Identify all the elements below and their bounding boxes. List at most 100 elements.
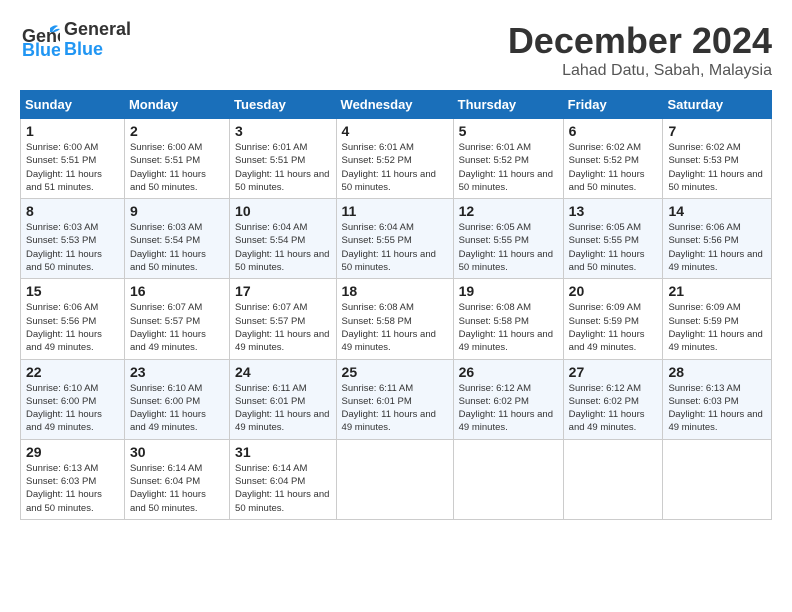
logo-general-text: General (64, 20, 131, 40)
day-info: Sunrise: 6:14 AM Sunset: 6:04 PM Dayligh… (235, 462, 330, 515)
calendar-cell: 2 Sunrise: 6:00 AM Sunset: 5:51 PM Dayli… (124, 119, 229, 199)
day-info: Sunrise: 6:00 AM Sunset: 5:51 PM Dayligh… (26, 141, 119, 194)
calendar-cell: 13 Sunrise: 6:05 AM Sunset: 5:55 PM Dayl… (563, 199, 663, 279)
day-number: 17 (235, 283, 330, 299)
day-number: 4 (342, 123, 448, 139)
calendar-cell: 24 Sunrise: 6:11 AM Sunset: 6:01 PM Dayl… (230, 359, 336, 439)
calendar-cell (453, 439, 563, 519)
day-number: 19 (459, 283, 558, 299)
day-number: 27 (569, 364, 658, 380)
calendar-cell: 18 Sunrise: 6:08 AM Sunset: 5:58 PM Dayl… (336, 279, 453, 359)
header-day-monday: Monday (124, 91, 229, 119)
header-day-wednesday: Wednesday (336, 91, 453, 119)
day-number: 12 (459, 203, 558, 219)
day-info: Sunrise: 6:07 AM Sunset: 5:57 PM Dayligh… (235, 301, 330, 354)
calendar-cell: 27 Sunrise: 6:12 AM Sunset: 6:02 PM Dayl… (563, 359, 663, 439)
calendar-cell: 11 Sunrise: 6:04 AM Sunset: 5:55 PM Dayl… (336, 199, 453, 279)
calendar-cell: 25 Sunrise: 6:11 AM Sunset: 6:01 PM Dayl… (336, 359, 453, 439)
day-number: 28 (668, 364, 766, 380)
day-number: 8 (26, 203, 119, 219)
day-info: Sunrise: 6:03 AM Sunset: 5:53 PM Dayligh… (26, 221, 119, 274)
day-number: 1 (26, 123, 119, 139)
calendar-cell: 29 Sunrise: 6:13 AM Sunset: 6:03 PM Dayl… (21, 439, 125, 519)
day-number: 9 (130, 203, 224, 219)
calendar-header-row: SundayMondayTuesdayWednesdayThursdayFrid… (21, 91, 772, 119)
day-info: Sunrise: 6:02 AM Sunset: 5:53 PM Dayligh… (668, 141, 766, 194)
day-number: 31 (235, 444, 330, 460)
day-number: 11 (342, 203, 448, 219)
calendar-cell: 10 Sunrise: 6:04 AM Sunset: 5:54 PM Dayl… (230, 199, 336, 279)
day-info: Sunrise: 6:01 AM Sunset: 5:51 PM Dayligh… (235, 141, 330, 194)
calendar-week-row: 15 Sunrise: 6:06 AM Sunset: 5:56 PM Dayl… (21, 279, 772, 359)
header-day-sunday: Sunday (21, 91, 125, 119)
day-info: Sunrise: 6:09 AM Sunset: 5:59 PM Dayligh… (569, 301, 658, 354)
day-number: 25 (342, 364, 448, 380)
day-info: Sunrise: 6:14 AM Sunset: 6:04 PM Dayligh… (130, 462, 224, 515)
calendar-cell: 31 Sunrise: 6:14 AM Sunset: 6:04 PM Dayl… (230, 439, 336, 519)
day-number: 26 (459, 364, 558, 380)
calendar-cell (563, 439, 663, 519)
day-info: Sunrise: 6:13 AM Sunset: 6:03 PM Dayligh… (668, 382, 766, 435)
day-info: Sunrise: 6:12 AM Sunset: 6:02 PM Dayligh… (569, 382, 658, 435)
location-title: Lahad Datu, Sabah, Malaysia (508, 62, 772, 80)
calendar-cell: 19 Sunrise: 6:08 AM Sunset: 5:58 PM Dayl… (453, 279, 563, 359)
logo-icon: General Blue (20, 20, 60, 60)
day-info: Sunrise: 6:11 AM Sunset: 6:01 PM Dayligh… (235, 382, 330, 435)
day-info: Sunrise: 6:01 AM Sunset: 5:52 PM Dayligh… (342, 141, 448, 194)
logo: General Blue General Blue (20, 20, 131, 60)
day-info: Sunrise: 6:08 AM Sunset: 5:58 PM Dayligh… (342, 301, 448, 354)
logo-blue-text: Blue (64, 40, 131, 60)
day-number: 21 (668, 283, 766, 299)
header-day-thursday: Thursday (453, 91, 563, 119)
day-number: 23 (130, 364, 224, 380)
calendar-cell: 3 Sunrise: 6:01 AM Sunset: 5:51 PM Dayli… (230, 119, 336, 199)
calendar-cell: 23 Sunrise: 6:10 AM Sunset: 6:00 PM Dayl… (124, 359, 229, 439)
day-info: Sunrise: 6:04 AM Sunset: 5:54 PM Dayligh… (235, 221, 330, 274)
day-info: Sunrise: 6:12 AM Sunset: 6:02 PM Dayligh… (459, 382, 558, 435)
svg-text:Blue: Blue (22, 40, 60, 60)
day-number: 18 (342, 283, 448, 299)
day-info: Sunrise: 6:04 AM Sunset: 5:55 PM Dayligh… (342, 221, 448, 274)
calendar-cell: 20 Sunrise: 6:09 AM Sunset: 5:59 PM Dayl… (563, 279, 663, 359)
calendar-cell: 6 Sunrise: 6:02 AM Sunset: 5:52 PM Dayli… (563, 119, 663, 199)
calendar-cell: 26 Sunrise: 6:12 AM Sunset: 6:02 PM Dayl… (453, 359, 563, 439)
day-info: Sunrise: 6:09 AM Sunset: 5:59 PM Dayligh… (668, 301, 766, 354)
calendar-week-row: 8 Sunrise: 6:03 AM Sunset: 5:53 PM Dayli… (21, 199, 772, 279)
day-info: Sunrise: 6:03 AM Sunset: 5:54 PM Dayligh… (130, 221, 224, 274)
day-number: 16 (130, 283, 224, 299)
day-number: 10 (235, 203, 330, 219)
header: General Blue General Blue December 2024 … (20, 20, 772, 80)
calendar-cell: 28 Sunrise: 6:13 AM Sunset: 6:03 PM Dayl… (663, 359, 772, 439)
day-info: Sunrise: 6:06 AM Sunset: 5:56 PM Dayligh… (26, 301, 119, 354)
day-info: Sunrise: 6:13 AM Sunset: 6:03 PM Dayligh… (26, 462, 119, 515)
calendar-cell: 16 Sunrise: 6:07 AM Sunset: 5:57 PM Dayl… (124, 279, 229, 359)
calendar-cell (336, 439, 453, 519)
calendar-cell: 15 Sunrise: 6:06 AM Sunset: 5:56 PM Dayl… (21, 279, 125, 359)
calendar-cell (663, 439, 772, 519)
header-day-friday: Friday (563, 91, 663, 119)
day-info: Sunrise: 6:06 AM Sunset: 5:56 PM Dayligh… (668, 221, 766, 274)
calendar-cell: 21 Sunrise: 6:09 AM Sunset: 5:59 PM Dayl… (663, 279, 772, 359)
day-info: Sunrise: 6:01 AM Sunset: 5:52 PM Dayligh… (459, 141, 558, 194)
header-day-saturday: Saturday (663, 91, 772, 119)
day-info: Sunrise: 6:02 AM Sunset: 5:52 PM Dayligh… (569, 141, 658, 194)
day-number: 14 (668, 203, 766, 219)
day-number: 13 (569, 203, 658, 219)
day-info: Sunrise: 6:05 AM Sunset: 5:55 PM Dayligh… (459, 221, 558, 274)
day-number: 2 (130, 123, 224, 139)
calendar-week-row: 29 Sunrise: 6:13 AM Sunset: 6:03 PM Dayl… (21, 439, 772, 519)
calendar-table: SundayMondayTuesdayWednesdayThursdayFrid… (20, 90, 772, 520)
day-number: 29 (26, 444, 119, 460)
day-info: Sunrise: 6:11 AM Sunset: 6:01 PM Dayligh… (342, 382, 448, 435)
calendar-cell: 7 Sunrise: 6:02 AM Sunset: 5:53 PM Dayli… (663, 119, 772, 199)
day-info: Sunrise: 6:05 AM Sunset: 5:55 PM Dayligh… (569, 221, 658, 274)
calendar-cell: 12 Sunrise: 6:05 AM Sunset: 5:55 PM Dayl… (453, 199, 563, 279)
calendar-cell: 4 Sunrise: 6:01 AM Sunset: 5:52 PM Dayli… (336, 119, 453, 199)
calendar-week-row: 1 Sunrise: 6:00 AM Sunset: 5:51 PM Dayli… (21, 119, 772, 199)
day-info: Sunrise: 6:10 AM Sunset: 6:00 PM Dayligh… (26, 382, 119, 435)
calendar-cell: 1 Sunrise: 6:00 AM Sunset: 5:51 PM Dayli… (21, 119, 125, 199)
day-info: Sunrise: 6:07 AM Sunset: 5:57 PM Dayligh… (130, 301, 224, 354)
calendar-cell: 17 Sunrise: 6:07 AM Sunset: 5:57 PM Dayl… (230, 279, 336, 359)
title-section: December 2024 Lahad Datu, Sabah, Malaysi… (508, 20, 772, 80)
day-number: 15 (26, 283, 119, 299)
